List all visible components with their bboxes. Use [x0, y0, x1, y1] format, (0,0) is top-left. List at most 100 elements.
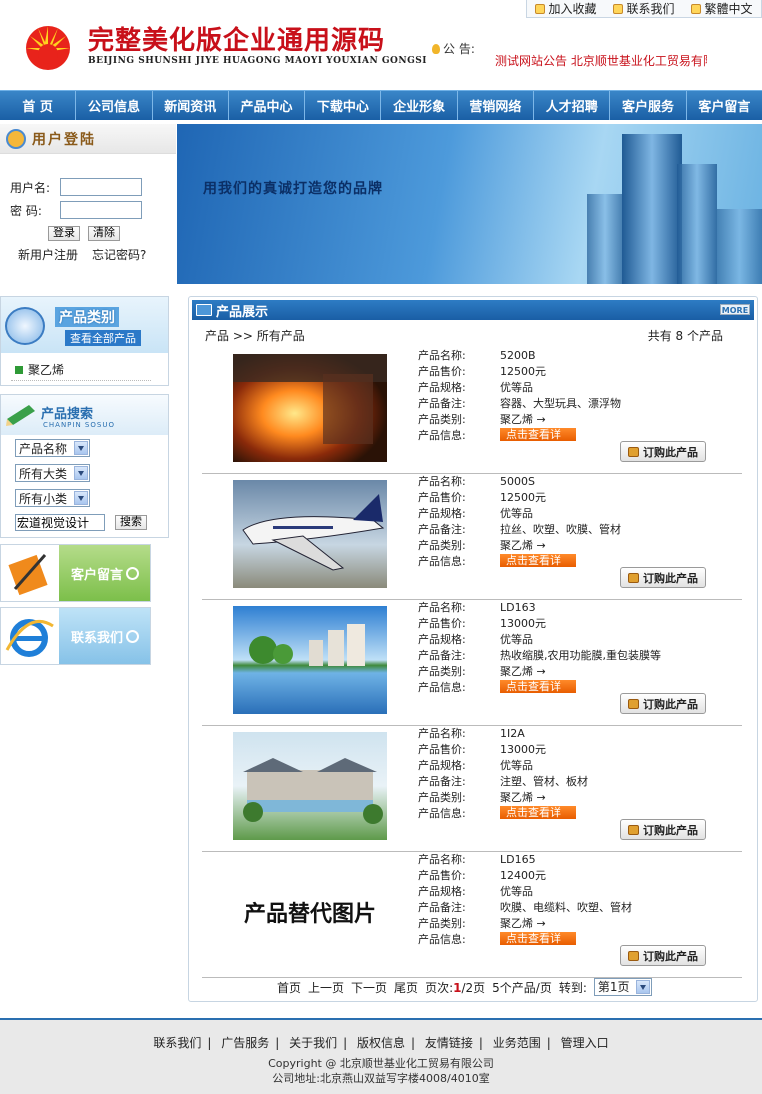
view-detail-button[interactable]: 点击查看详情	[500, 806, 576, 832]
guestbook-promo[interactable]: 客户留言	[0, 544, 151, 602]
monitor-icon	[5, 307, 45, 345]
contact-promo[interactable]: 联系我们	[0, 607, 151, 665]
order-product-button[interactable]: 订购此产品	[620, 441, 706, 462]
product-image-resort[interactable]	[233, 732, 387, 840]
nav-downloads[interactable]: 下载中心	[305, 91, 382, 120]
product-category-link[interactable]: 聚乙烯 →	[500, 538, 546, 554]
product-category-link[interactable]: 聚乙烯 →	[500, 790, 546, 806]
company-logo-icon[interactable]	[22, 18, 74, 70]
goto-page-select[interactable]: 第1页	[593, 978, 652, 996]
footer-link-about[interactable]: 关于我们	[289, 1036, 337, 1050]
small-class-select[interactable]: 所有小类	[15, 489, 90, 507]
register-link[interactable]: 新用户注册	[18, 246, 78, 263]
view-detail-button[interactable]: 点击查看详情	[500, 554, 576, 580]
password-input[interactable]	[60, 201, 142, 219]
building-shape	[587, 194, 623, 284]
product-note: 拉丝、吹塑、吹膜、管材	[500, 523, 621, 536]
traditional-chinese-link[interactable]: 繁體中文	[691, 0, 753, 17]
product-name: LD165	[500, 853, 536, 866]
search-button[interactable]: 搜索	[115, 515, 147, 530]
nav-products[interactable]: 产品中心	[229, 91, 306, 120]
login-header: 用户登陆	[0, 124, 176, 154]
product-category-link[interactable]: 聚乙烯 →	[500, 412, 546, 428]
prev-page-link[interactable]: 上一页	[308, 979, 344, 996]
product-spec: 优等品	[500, 759, 533, 772]
next-page-link[interactable]: 下一页	[351, 979, 387, 996]
product-count: 共有 8 个产品	[647, 329, 723, 343]
more-button[interactable]: MORE	[720, 304, 750, 315]
product-category-box: 产品类别 查看全部产品 聚乙烯	[0, 296, 169, 386]
product-fields: 产品名称: 5000S 产品售价: 12500元 产品规格: 优等品 产品备注: 拉丝、…	[418, 475, 621, 580]
notice-marquee[interactable]: 测试网站公告 北京顺世基业化工贸易有限公司	[495, 52, 707, 69]
contact-us-link[interactable]: 联系我们	[613, 0, 675, 17]
product-item: 产品名称: LD163 产品售价: 13000元 产品规格: 优等品 产品备注: 热收缩…	[202, 600, 742, 726]
category-header: 产品类别 查看全部产品	[1, 297, 168, 353]
product-image-steel-mill[interactable]	[233, 354, 387, 462]
password-row: 密 码:	[10, 201, 142, 219]
product-name: LD163	[500, 601, 536, 614]
notice-label: 公 告:	[432, 40, 475, 57]
product-fields: 产品名称: LD163 产品售价: 13000元 产品规格: 优等品 产品备注: 热收缩…	[418, 601, 661, 706]
clear-button[interactable]: 清除	[88, 226, 120, 241]
username-input[interactable]	[60, 178, 142, 196]
search-field-select[interactable]: 产品名称	[15, 439, 90, 457]
guestbook-label: 客户留言	[59, 545, 150, 601]
product-name: 5000S	[500, 475, 535, 488]
building-shape	[717, 209, 762, 284]
cart-icon	[628, 446, 639, 457]
order-product-button[interactable]: 订购此产品	[620, 567, 706, 588]
nav-guestbook[interactable]: 客户留言	[687, 91, 762, 120]
view-detail-button[interactable]: 点击查看详情	[500, 932, 576, 958]
product-fields: 产品名称: 5200B 产品售价: 12500元 产品规格: 优等品 产品备注: 容器、…	[418, 349, 621, 454]
product-image-placeholder[interactable]: 产品替代图片	[233, 858, 387, 966]
nav-sales-network[interactable]: 营销网络	[458, 91, 535, 120]
product-category-link[interactable]: 聚乙烯 →	[500, 916, 546, 932]
forgot-password-link[interactable]: 忘记密码?	[92, 246, 146, 263]
product-search-box: 产品搜索 CHANPIN SOSUO 产品名称 所有大类 所有小类 搜索	[0, 394, 169, 538]
footer-link-admin[interactable]: 管理入口	[561, 1036, 609, 1050]
banner-slogan: 用我们的真诚打造您的品牌	[203, 181, 383, 197]
company-address: 公司地址:北京燕山双益写字楼4008/4010室	[272, 1072, 490, 1085]
product-category-link[interactable]: 聚乙烯 →	[500, 664, 546, 680]
order-product-button[interactable]: 订购此产品	[620, 693, 706, 714]
footer-links: 联系我们 | 广告服务 | 关于我们 | 版权信息 | 友情链接 | 业务范围 | 管理入口	[153, 1036, 609, 1050]
login-box: 用户登陆 用户名: 密 码: 登录 清除 新用户注册 忘记密码?	[0, 124, 176, 284]
arrow-right-icon	[126, 566, 139, 580]
view-detail-button[interactable]: 点击查看详情	[500, 428, 576, 454]
footer-link-copyright[interactable]: 版权信息	[357, 1036, 405, 1050]
hero-banner: 用我们的真诚打造您的品牌	[177, 124, 762, 284]
book-icon	[196, 304, 212, 316]
main-nav: 首 页 公司信息 新闻资讯 产品中心 下载中心 企业形象 营销网络 人才招聘 客…	[0, 90, 762, 120]
last-page-link[interactable]: 尾页	[394, 979, 418, 996]
order-product-button[interactable]: 订购此产品	[620, 945, 706, 966]
building-shape	[622, 134, 682, 284]
view-all-products-link[interactable]: 查看全部产品	[65, 330, 141, 346]
nav-news[interactable]: 新闻资讯	[153, 91, 229, 120]
product-spec: 优等品	[500, 633, 533, 646]
product-spec: 优等品	[500, 381, 533, 394]
footer-link-business[interactable]: 业务范围	[493, 1036, 541, 1050]
nav-company-info[interactable]: 公司信息	[76, 91, 153, 120]
products-panel-header: 产品展示 MORE	[192, 300, 754, 320]
product-fields: 产品名称: LD165 产品售价: 12400元 产品规格: 优等品 产品备注: 吹膜、…	[418, 853, 632, 958]
nav-corporate-image[interactable]: 企业形象	[381, 91, 458, 120]
category-item[interactable]: 聚乙烯	[15, 361, 64, 378]
nav-careers[interactable]: 人才招聘	[534, 91, 611, 120]
product-note: 注塑、管材、板材	[500, 775, 588, 788]
first-page-link[interactable]: 首页	[277, 979, 301, 996]
add-favorite-link[interactable]: 加入收藏	[535, 0, 597, 17]
order-product-button[interactable]: 订购此产品	[620, 819, 706, 840]
product-image-airplane[interactable]	[233, 480, 387, 588]
big-class-select[interactable]: 所有大类	[15, 464, 90, 482]
footer-link-contact[interactable]: 联系我们	[153, 1036, 201, 1050]
copyright-text: Copyright @ 北京顺世基业化工贸易有限公司	[268, 1057, 494, 1070]
search-keyword-input[interactable]	[15, 514, 105, 531]
product-image-lake-city[interactable]	[233, 606, 387, 714]
contact-icon	[613, 3, 624, 14]
footer-link-friends[interactable]: 友情链接	[425, 1036, 473, 1050]
nav-customer-service[interactable]: 客户服务	[610, 91, 687, 120]
nav-home[interactable]: 首 页	[0, 91, 77, 120]
login-button[interactable]: 登录	[48, 226, 80, 241]
view-detail-button[interactable]: 点击查看详情	[500, 680, 576, 706]
footer-link-ads[interactable]: 广告服务	[221, 1036, 269, 1050]
